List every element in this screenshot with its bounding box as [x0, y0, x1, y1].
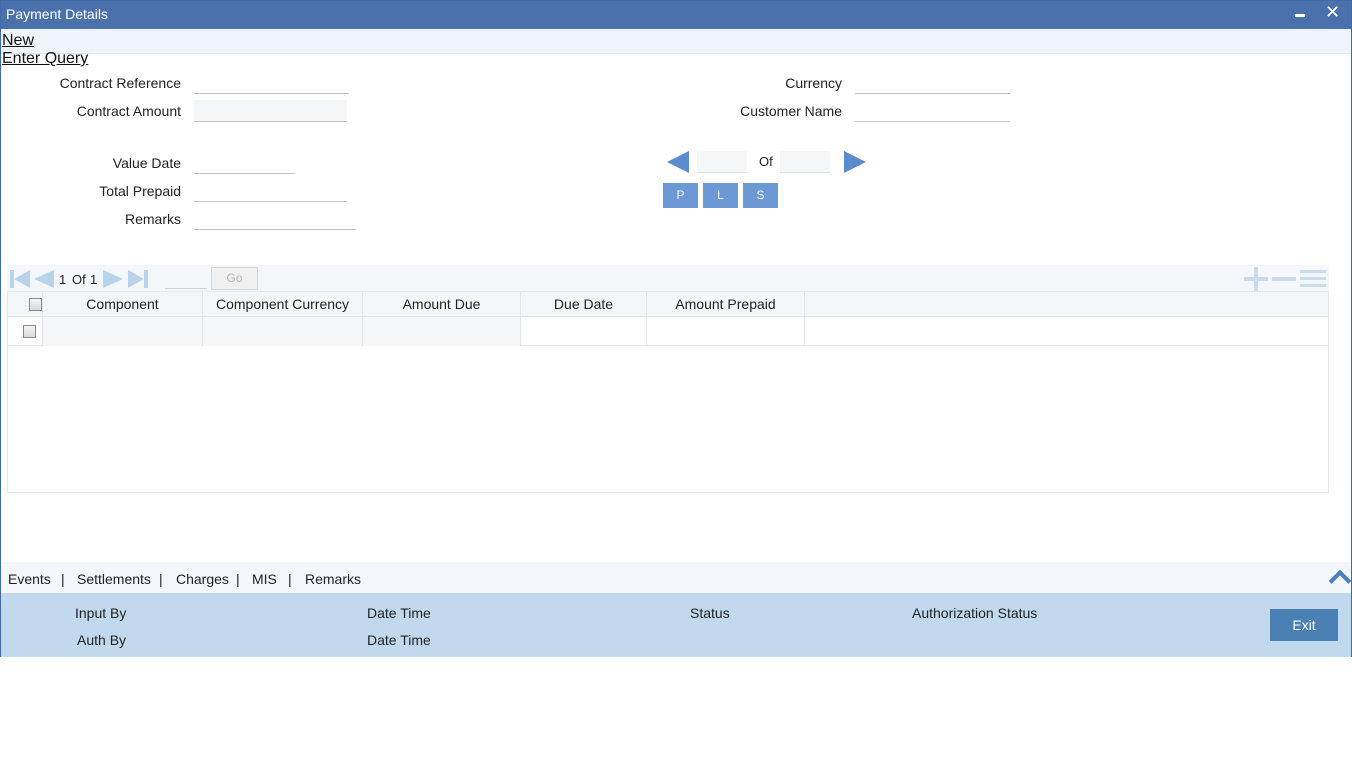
contract-amount-label: Contract Amount — [76, 103, 181, 119]
column-component-currency[interactable]: Component Currency — [203, 292, 363, 317]
payment-details-window: Payment Details ✕ New Enter Query Contra… — [0, 0, 1352, 657]
customer-name-input[interactable] — [855, 100, 1010, 122]
l-button[interactable]: L — [703, 183, 738, 208]
contract-amount-input[interactable] — [194, 100, 347, 122]
action-toolbar — [1, 29, 1351, 54]
total-prepaid-label: Total Prepaid — [99, 183, 181, 199]
window-title: Payment Details — [6, 6, 108, 22]
table-row — [8, 317, 1328, 346]
next-page-icon[interactable] — [103, 270, 123, 288]
column-amount-due[interactable]: Amount Due — [363, 292, 521, 317]
date-time-label: Date Time — [367, 605, 431, 621]
component-cell[interactable] — [43, 317, 203, 346]
next-record-icon[interactable] — [844, 151, 866, 173]
due-date-cell[interactable] — [521, 317, 647, 346]
currency-label: Currency — [785, 75, 842, 91]
go-button[interactable]: Go — [211, 267, 258, 290]
page-total: 1 — [90, 272, 98, 287]
new-link[interactable]: New — [2, 32, 34, 50]
auth-by-label: Auth By — [77, 632, 127, 648]
tab-mis[interactable]: MIS — [252, 571, 277, 587]
tab-separator: | — [236, 571, 240, 587]
tab-separator: | — [288, 571, 292, 587]
component-currency-cell[interactable] — [203, 317, 363, 346]
tab-remarks[interactable]: Remarks — [305, 571, 361, 587]
grid-toolbar: 1 Of 1 Go — [7, 265, 1329, 292]
page-current: 1 — [59, 272, 67, 287]
input-by-label: Input By — [75, 605, 127, 621]
navigator-of-label: Of — [759, 154, 773, 169]
grid-header: Component Component Currency Amount Due … — [8, 292, 1328, 317]
amount-prepaid-cell[interactable] — [647, 317, 805, 346]
customer-name-label: Customer Name — [740, 103, 842, 119]
tab-separator: | — [61, 571, 65, 587]
select-all-cell — [8, 292, 43, 317]
row-select-cell — [8, 317, 43, 346]
page-number-input[interactable] — [165, 269, 207, 289]
title-bar: Payment Details ✕ — [1, 1, 1351, 29]
column-amount-prepaid[interactable]: Amount Prepaid — [647, 292, 805, 317]
previous-page-icon[interactable] — [34, 270, 54, 288]
tab-charges[interactable]: Charges — [176, 571, 229, 587]
footer-tabs: Events | Settlements | Charges | MIS | R… — [1, 562, 1351, 593]
amount-due-cell[interactable] — [363, 317, 521, 346]
page-of-label: Of — [72, 272, 86, 287]
column-component[interactable]: Component — [43, 292, 203, 317]
status-label: Status — [690, 605, 730, 621]
exit-button[interactable]: Exit — [1270, 609, 1338, 641]
tab-separator: | — [159, 571, 163, 587]
auth-date-time-label: Date Time — [367, 632, 431, 648]
tab-events[interactable]: Events — [8, 571, 51, 587]
currency-input[interactable] — [855, 72, 1010, 94]
total-records-input — [780, 151, 830, 173]
p-button[interactable]: P — [663, 183, 698, 208]
contract-reference-input[interactable] — [194, 72, 349, 94]
enter-query-link[interactable]: Enter Query — [2, 50, 88, 68]
remarks-label: Remarks — [124, 211, 181, 227]
value-date-label: Value Date — [112, 155, 181, 171]
value-date-input[interactable] — [194, 152, 295, 174]
total-prepaid-input[interactable] — [194, 180, 347, 202]
close-icon[interactable]: ✕ — [1325, 2, 1340, 23]
row-checkbox[interactable] — [23, 325, 36, 338]
contract-reference-label: Contract Reference — [59, 75, 181, 91]
previous-record-icon[interactable] — [667, 151, 689, 173]
audit-bar: Input By Auth By Date Time Date Time Sta… — [1, 593, 1351, 657]
minimize-icon[interactable] — [1295, 14, 1305, 17]
s-button[interactable]: S — [743, 183, 778, 208]
current-record-input[interactable] — [697, 151, 747, 173]
remarks-input[interactable] — [194, 208, 356, 230]
chevron-up-icon[interactable] — [1329, 568, 1349, 588]
column-due-date[interactable]: Due Date — [521, 292, 647, 317]
authorization-status-label: Authorization Status — [912, 605, 1038, 621]
select-all-checkbox[interactable] — [29, 298, 42, 311]
components-grid: Component Component Currency Amount Due … — [7, 291, 1329, 493]
tab-settlements[interactable]: Settlements — [77, 571, 151, 587]
